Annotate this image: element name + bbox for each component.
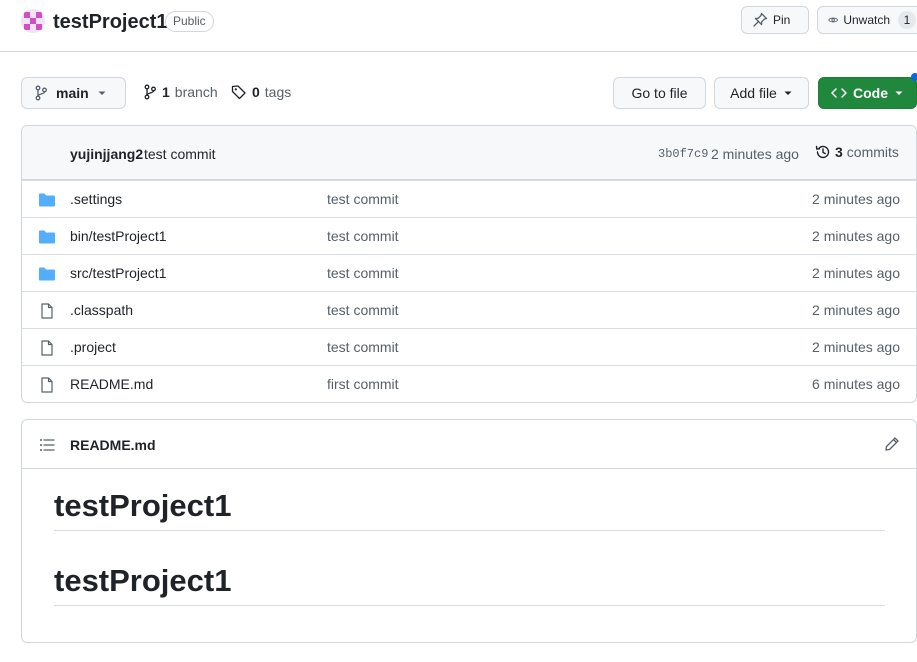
file-name-link[interactable]: bin/testProject1 xyxy=(70,228,167,244)
file-row[interactable]: bin/testProject1 test commit 2 minutes a… xyxy=(22,217,916,254)
caret-down-icon xyxy=(895,91,903,95)
file-age: 2 minutes ago xyxy=(812,191,900,207)
repo-avatar[interactable] xyxy=(21,9,45,33)
file-icon xyxy=(41,377,53,393)
commits-label: commits xyxy=(846,144,899,160)
branch-selector[interactable]: main xyxy=(21,77,126,109)
folder-icon xyxy=(39,193,55,207)
tags-link[interactable]: 0 tags xyxy=(231,84,291,100)
code-button[interactable]: Code xyxy=(818,77,917,109)
code-icon xyxy=(831,88,847,98)
identicon-icon xyxy=(21,9,45,33)
go-to-file-label: Go to file xyxy=(631,85,688,101)
file-age: 6 minutes ago xyxy=(812,376,900,392)
file-icon xyxy=(41,340,53,356)
pencil-icon[interactable] xyxy=(884,436,900,452)
branch-name: main xyxy=(56,85,89,101)
file-name-link[interactable]: .project xyxy=(70,339,116,355)
readme-header: README.md xyxy=(22,420,916,469)
commit-author-link[interactable]: yujinjjang2 xyxy=(70,146,143,162)
commits-history-link[interactable]: 3 commits xyxy=(815,144,899,160)
commit-message-link[interactable]: test commit xyxy=(144,146,216,162)
pin-icon xyxy=(753,12,768,27)
file-name-link[interactable]: src/testProject1 xyxy=(70,265,166,281)
readme-heading: testProject1 xyxy=(54,488,885,531)
file-row[interactable]: README.md first commit 6 minutes ago xyxy=(22,365,916,402)
caret-down-icon xyxy=(784,91,792,95)
visibility-badge: Public xyxy=(165,11,214,32)
branches-count: 1 xyxy=(162,84,170,100)
readme-filename-link[interactable]: README.md xyxy=(70,437,156,453)
file-name-link[interactable]: .classpath xyxy=(70,302,133,318)
branches-link[interactable]: 1 branch xyxy=(143,84,218,100)
file-row[interactable]: .settings test commit 2 minutes ago xyxy=(22,180,916,217)
file-browser: yujinjjang2 test commit 3b0f7c9 2 minute… xyxy=(21,125,917,403)
folder-icon xyxy=(39,267,55,281)
file-commit-link[interactable]: first commit xyxy=(327,376,399,392)
file-age: 2 minutes ago xyxy=(812,302,900,318)
add-file-label: Add file xyxy=(730,85,777,101)
branches-label: branch xyxy=(174,84,218,100)
commit-time: 2 minutes ago xyxy=(711,146,799,162)
file-commit-link[interactable]: test commit xyxy=(327,339,399,355)
file-name-link[interactable]: .settings xyxy=(70,191,122,207)
commit-sha-link[interactable]: 3b0f7c9 xyxy=(658,147,708,161)
list-unordered-icon[interactable] xyxy=(39,437,55,453)
file-commit-link[interactable]: test commit xyxy=(327,265,399,281)
file-row[interactable]: src/testProject1 test commit 2 minutes a… xyxy=(22,254,916,291)
eye-icon xyxy=(828,17,839,23)
tags-count: 0 xyxy=(252,84,260,100)
pin-label: Pin xyxy=(773,13,791,27)
latest-commit-bar: yujinjjang2 test commit 3b0f7c9 2 minute… xyxy=(22,126,916,180)
file-age: 2 minutes ago xyxy=(812,228,900,244)
code-label: Code xyxy=(853,85,888,101)
repo-name-link[interactable]: testProject1 xyxy=(53,9,168,35)
file-commit-link[interactable]: test commit xyxy=(327,302,399,318)
commits-count: 3 xyxy=(835,144,843,160)
watch-button[interactable]: Unwatch 1 xyxy=(817,6,917,34)
repo-toolbar: main 1 branch 0 tags Go to file Add file xyxy=(0,73,917,110)
readme-heading: testProject1 xyxy=(54,563,885,606)
watch-label: Unwatch xyxy=(843,13,890,27)
caret-down-icon xyxy=(98,91,106,95)
go-to-file-button[interactable]: Go to file xyxy=(613,77,706,109)
watch-count: 1 xyxy=(898,11,916,29)
readme-panel: README.md testProject1 testProject1 xyxy=(21,419,917,643)
file-icon xyxy=(41,303,53,319)
git-branch-icon xyxy=(35,85,47,101)
file-age: 2 minutes ago xyxy=(812,265,900,281)
file-age: 2 minutes ago xyxy=(812,339,900,355)
file-row[interactable]: .classpath test commit 2 minutes ago xyxy=(22,291,916,328)
file-commit-link[interactable]: test commit xyxy=(327,191,399,207)
tags-label: tags xyxy=(264,84,292,100)
add-file-button[interactable]: Add file xyxy=(714,77,809,109)
repo-header: testProject1 Public Pin Unwatch 1 xyxy=(0,0,917,52)
file-row[interactable]: .project test commit 2 minutes ago xyxy=(22,328,916,365)
notification-dot xyxy=(911,73,917,81)
folder-icon xyxy=(39,230,55,244)
git-branch-icon xyxy=(144,84,156,100)
pin-button[interactable]: Pin xyxy=(741,6,809,34)
file-commit-link[interactable]: test commit xyxy=(327,228,399,244)
file-name-link[interactable]: README.md xyxy=(70,376,153,392)
tag-icon xyxy=(231,85,246,100)
history-icon xyxy=(815,145,830,159)
